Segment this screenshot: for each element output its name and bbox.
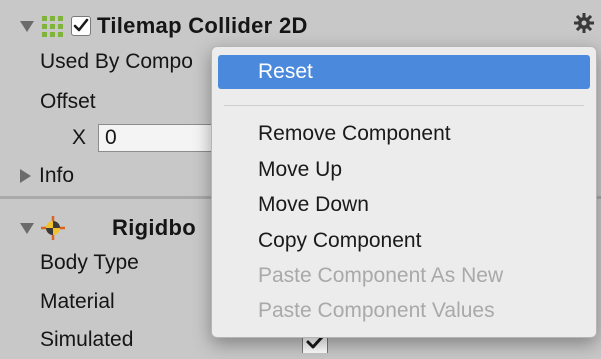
info-label: Info	[39, 164, 75, 187]
menu-item-copy-component[interactable]: Copy Component	[212, 224, 596, 258]
checkmark-icon	[73, 18, 89, 32]
material-label: Material	[40, 290, 115, 313]
rigidbody-icon	[40, 215, 66, 241]
x-label: X	[72, 126, 87, 149]
offset-label: Offset	[40, 90, 96, 113]
simulated-label: Simulated	[40, 328, 134, 351]
body-type-label: Body Type	[40, 251, 139, 274]
grid-icon	[42, 15, 63, 37]
menu-separator	[224, 105, 584, 106]
menu-item-paste-as-new: Paste Component As New	[258, 264, 504, 287]
component-enabled-checkbox[interactable]	[71, 16, 91, 36]
triangle-down-icon[interactable]	[20, 222, 34, 234]
menu-item-move-up[interactable]: Move Up	[212, 153, 596, 187]
menu-item-paste-values: Paste Component Values	[258, 299, 495, 322]
triangle-down-icon[interactable]	[20, 20, 34, 32]
context-menu: Reset Remove Component Move Up Move Down…	[211, 46, 597, 338]
component-title: Tilemap Collider 2D	[97, 13, 308, 38]
used-by-composite-label: Used By Compo	[40, 50, 193, 73]
triangle-right-icon[interactable]	[20, 169, 31, 183]
gear-icon[interactable]	[573, 12, 595, 40]
menu-item-move-down[interactable]: Move Down	[212, 188, 596, 222]
rigidbody-title: Rigidbo	[112, 215, 196, 240]
component-header-tilemap-collider[interactable]: Tilemap Collider 2D	[0, 8, 601, 44]
menu-item-reset[interactable]: Reset	[218, 55, 590, 89]
menu-item-remove-component[interactable]: Remove Component	[212, 117, 596, 151]
